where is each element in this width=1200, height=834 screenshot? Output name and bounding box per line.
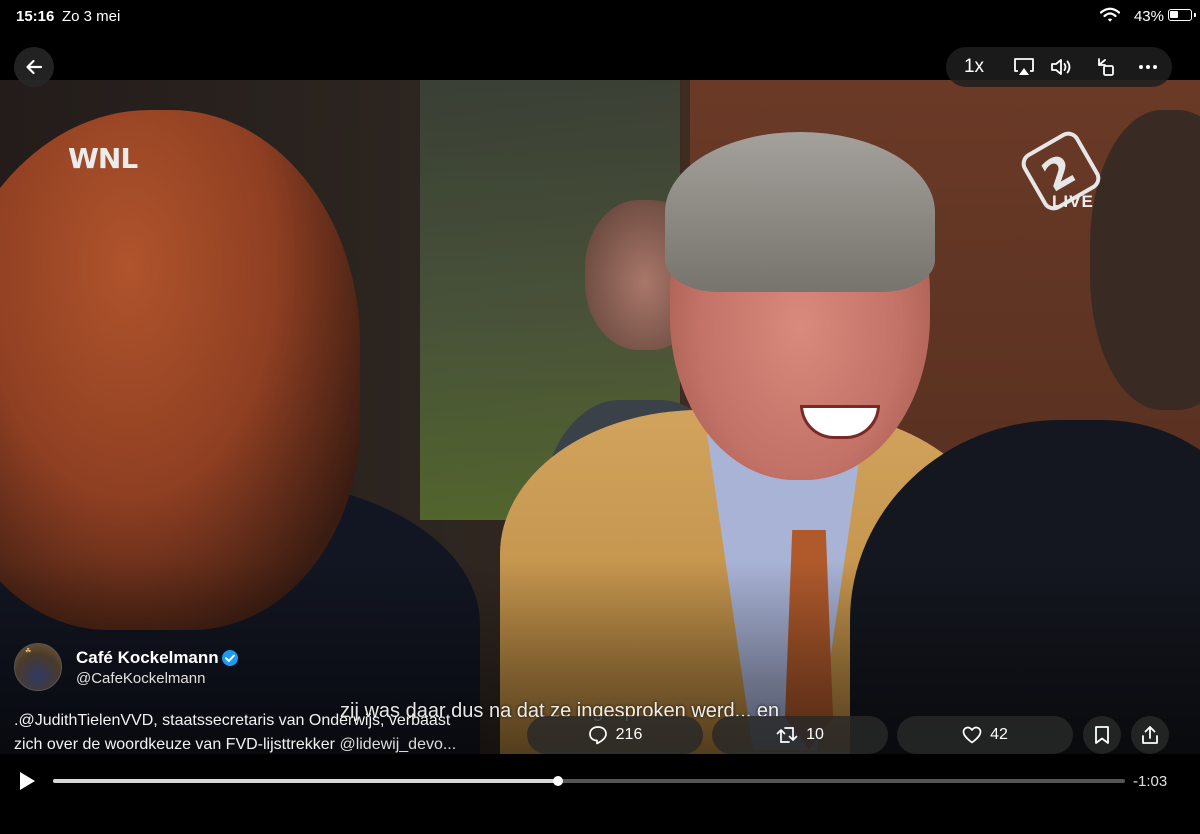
reply-count: 216 bbox=[615, 726, 643, 743]
rotate-icon bbox=[1098, 58, 1114, 76]
status-bar: 15:16 Zo 3 mei 43% bbox=[0, 0, 1200, 34]
bookmark-icon bbox=[1095, 726, 1109, 744]
battery-percent: 43% bbox=[1133, 8, 1164, 25]
tweet-text-prefix: zich over de woordkeuze van FVD-lijsttre… bbox=[14, 736, 340, 753]
progress-thumb[interactable] bbox=[552, 776, 563, 786]
progress-fill bbox=[53, 779, 558, 783]
tweet-mention[interactable]: @lidewij_devo... bbox=[339, 736, 456, 753]
volume-button[interactable] bbox=[1044, 47, 1080, 87]
back-button[interactable] bbox=[14, 47, 54, 87]
playback-speed-label: 1x bbox=[963, 56, 985, 77]
retweet-icon bbox=[776, 727, 798, 743]
remaining-time: -1:03 bbox=[1133, 773, 1168, 790]
airplay-button[interactable] bbox=[1006, 47, 1042, 87]
retweet-count: 10 bbox=[806, 726, 824, 743]
status-time: 15:16 bbox=[16, 8, 55, 25]
author-avatar[interactable]: ☘ bbox=[14, 643, 62, 691]
ellipsis-icon bbox=[1139, 65, 1157, 69]
author-name[interactable]: Café Kockelmann bbox=[76, 648, 219, 668]
guest-left-head bbox=[0, 110, 360, 630]
like-count: 42 bbox=[990, 726, 1008, 743]
tweet-text[interactable]: .@JudithTielenVVD, staatssecretaris van … bbox=[14, 709, 534, 757]
author-handle[interactable]: @CafeKockelmann bbox=[76, 670, 205, 687]
player-controls-pill: 1x bbox=[946, 47, 1172, 87]
tweet-text-line-2: zich over de woordkeuze van FVD-lijsttre… bbox=[14, 733, 534, 757]
status-date: Zo 3 mei bbox=[62, 8, 121, 25]
wnl-logo: WNL bbox=[68, 142, 138, 175]
retweet-button[interactable]: 10 bbox=[712, 716, 888, 754]
wifi-icon bbox=[1100, 7, 1120, 22]
battery-icon bbox=[1168, 9, 1192, 21]
play-icon[interactable] bbox=[16, 770, 38, 792]
live-label: LIVE bbox=[1052, 192, 1094, 211]
share-button[interactable] bbox=[1131, 716, 1169, 754]
airplay-icon bbox=[1014, 58, 1034, 75]
tweet-text-line-1: .@JudithTielenVVD, staatssecretaris van … bbox=[14, 712, 451, 729]
like-button[interactable]: 42 bbox=[897, 716, 1073, 754]
host-hair bbox=[665, 132, 935, 292]
share-icon bbox=[1142, 726, 1158, 744]
more-options-button[interactable] bbox=[1130, 47, 1166, 87]
progress-track[interactable] bbox=[53, 776, 1125, 786]
heart-icon bbox=[962, 726, 982, 744]
battery-level bbox=[1170, 11, 1178, 18]
comment-icon bbox=[588, 726, 607, 745]
reply-button[interactable]: 216 bbox=[527, 716, 703, 754]
rotate-button[interactable] bbox=[1088, 47, 1124, 87]
arrow-left-icon bbox=[26, 59, 43, 75]
playback-speed-button[interactable]: 1x bbox=[954, 47, 994, 87]
battery-nub bbox=[1194, 13, 1196, 17]
speaker-icon bbox=[1051, 59, 1071, 75]
avatar-logo-art: ☘ bbox=[25, 648, 32, 655]
verified-badge-icon bbox=[222, 650, 238, 666]
bookmark-button[interactable] bbox=[1083, 716, 1121, 754]
